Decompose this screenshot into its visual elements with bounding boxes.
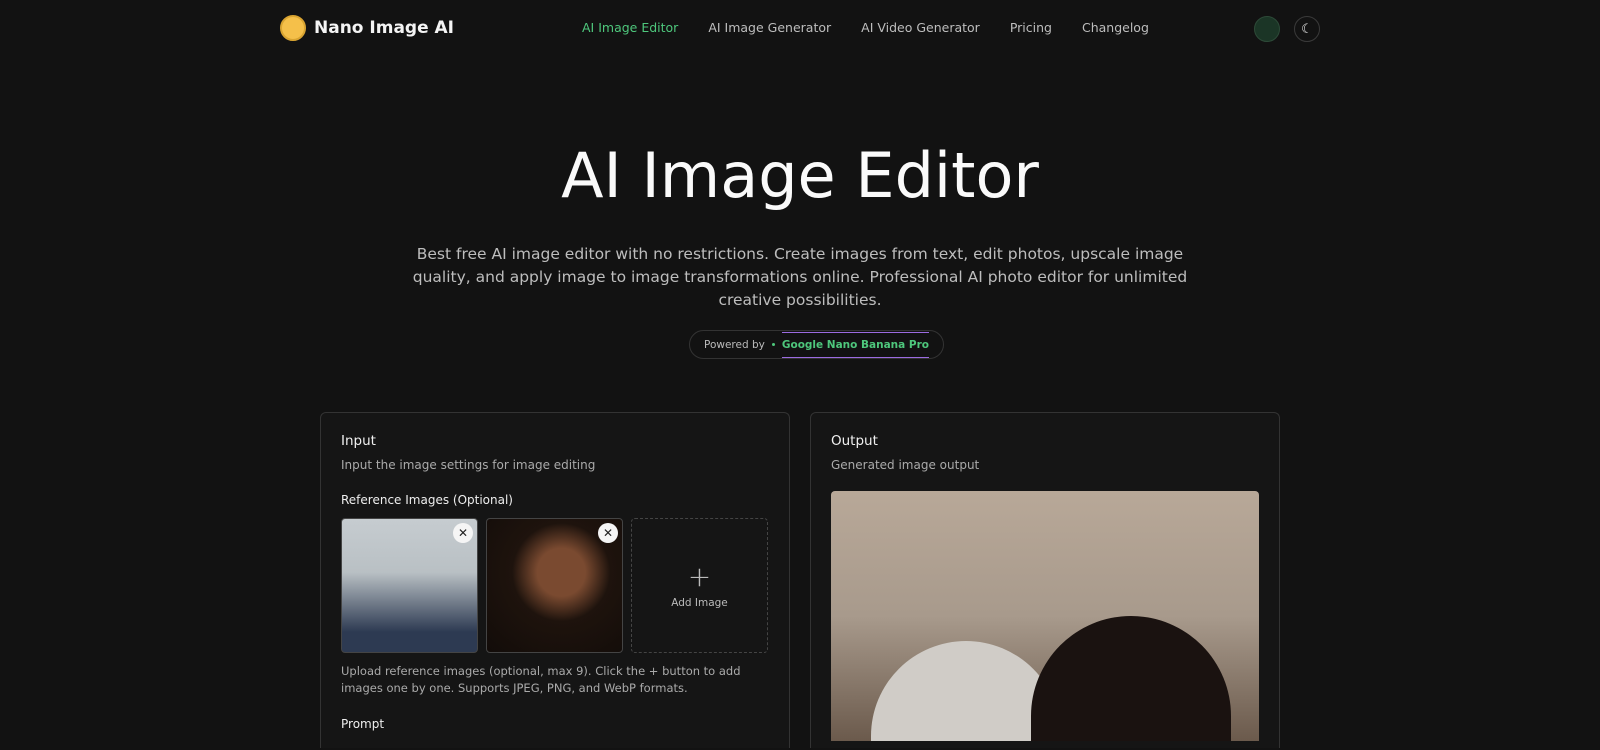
user-avatar[interactable] [1254, 16, 1280, 42]
input-description: Input the image settings for image editi… [341, 458, 596, 472]
page-subtitle: Best free AI image editor with no restri… [412, 245, 1188, 309]
prompt-label: Prompt [341, 717, 385, 731]
add-image-button[interactable]: + Add Image [631, 518, 768, 653]
input-panel: Input Input the image settings for image… [320, 412, 790, 748]
reference-image-1: ✕ [341, 518, 478, 653]
logo-icon [280, 15, 306, 41]
nav-links: AI Image Editor AI Image Generator AI Vi… [582, 20, 1149, 35]
logo-link[interactable]: Nano Image AI [280, 15, 454, 41]
model-name: Google Nano Banana Pro [781, 331, 929, 358]
page-title: AI Image Editor [561, 139, 1039, 212]
upload-help-text: Upload reference images (optional, max 9… [341, 664, 741, 695]
nav-ai-image-editor[interactable]: AI Image Editor [582, 20, 678, 35]
reference-images-label: Reference Images (Optional) [341, 493, 513, 507]
moon-icon: ☾ [1301, 21, 1313, 37]
dot-separator [771, 343, 775, 346]
plus-icon: + [687, 559, 712, 593]
nav-ai-video-generator[interactable]: AI Video Generator [861, 20, 980, 35]
output-title: Output [831, 433, 878, 449]
generated-image [831, 491, 1259, 741]
add-image-label: Add Image [671, 596, 728, 609]
output-description: Generated image output [831, 458, 980, 472]
remove-image-1-button[interactable]: ✕ [453, 523, 473, 543]
reference-image-2: ✕ [486, 518, 623, 653]
logo-text: Nano Image AI [314, 18, 455, 38]
nav-changelog[interactable]: Changelog [1082, 20, 1149, 35]
top-nav: Nano Image AI AI Image Editor AI Image G… [0, 0, 1600, 56]
powered-by-label: Powered by [704, 338, 765, 351]
powered-by-badge: Powered by Google Nano Banana Pro [689, 330, 944, 359]
input-title: Input [341, 433, 376, 449]
nav-pricing[interactable]: Pricing [1010, 20, 1052, 35]
output-panel: Output Generated image output [810, 412, 1280, 748]
nav-ai-image-generator[interactable]: AI Image Generator [708, 20, 831, 35]
reference-images: ✕ ✕ + Add Image [341, 518, 769, 653]
remove-image-2-button[interactable]: ✕ [598, 523, 618, 543]
theme-toggle-button[interactable]: ☾ [1294, 16, 1320, 42]
